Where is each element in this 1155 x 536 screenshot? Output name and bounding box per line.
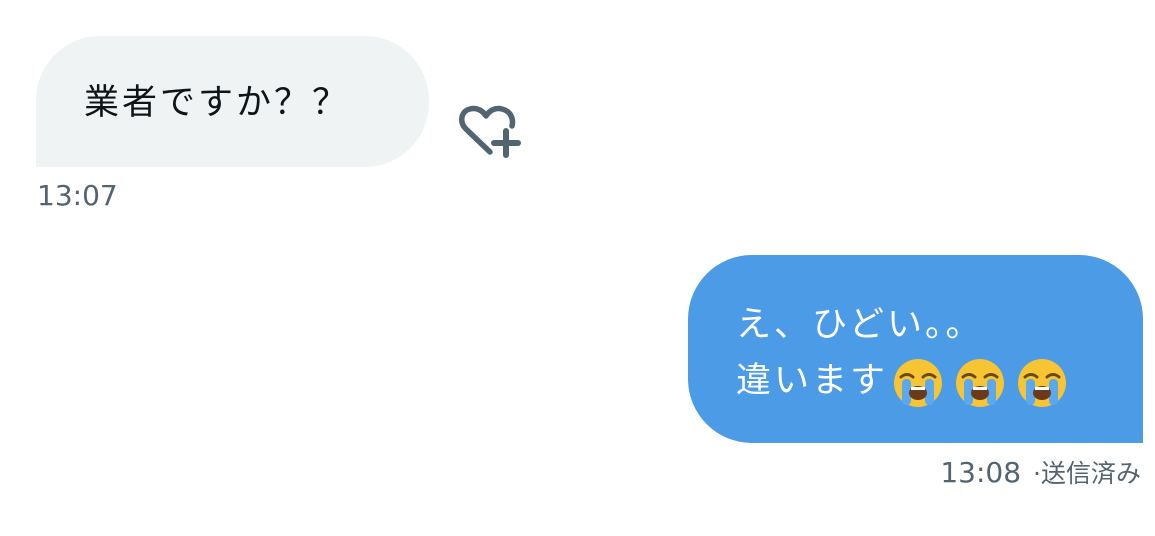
outgoing-message-line-2: 違います [736, 353, 1143, 410]
outgoing-message-line-2-text: 違います [736, 361, 889, 401]
incoming-message-time: 13:07 [37, 179, 118, 212]
loudly-crying-face-icon [1018, 359, 1067, 407]
loudly-crying-face-icon [894, 359, 943, 407]
outgoing-message-meta: 13:08 ·送信済み [940, 455, 1141, 492]
outgoing-message-line-1: え、ひどい。。 [736, 305, 984, 345]
incoming-message-bubble[interactable]: 業者ですか？？ [36, 36, 429, 167]
incoming-message-text: 業者ですか？？ [84, 83, 351, 123]
delivery-status: ·送信済み [1033, 459, 1141, 488]
add-reaction-button[interactable] [456, 102, 522, 162]
heart-plus-icon [459, 105, 521, 158]
emoji-group [892, 354, 1078, 410]
outgoing-message-time: 13:08 [940, 456, 1022, 489]
outgoing-message-bubble[interactable]: え、ひどい。。 違います [688, 255, 1143, 443]
loudly-crying-face-icon [956, 359, 1005, 407]
